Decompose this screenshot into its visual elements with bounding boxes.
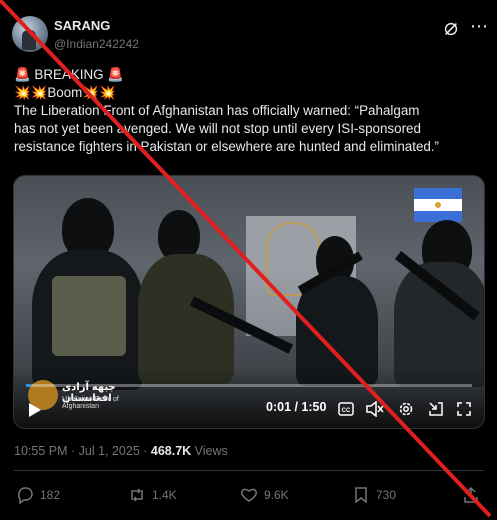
bookmark-icon <box>355 487 367 504</box>
like-button[interactable]: 9.6K <box>240 486 289 504</box>
post-line-4: has not yet been avenged. We will not st… <box>14 121 421 136</box>
bookmark-button[interactable]: 730 <box>352 486 396 504</box>
video-time: 0:01 / 1:50 <box>266 400 327 414</box>
post-line-boom: 💥💥Boom💥💥 <box>14 85 116 100</box>
reply-count: 182 <box>40 488 61 502</box>
reply-button[interactable]: 182 <box>16 486 60 504</box>
post-line-breaking: 🚨 BREAKING 🚨 <box>14 67 124 82</box>
repost-icon <box>131 488 143 502</box>
more-options-icon[interactable]: ⋯ <box>470 16 489 37</box>
bookmark-count: 730 <box>376 488 397 502</box>
picture-in-picture-icon[interactable] <box>428 401 444 417</box>
avatar[interactable] <box>12 16 48 52</box>
grok-icon[interactable] <box>442 20 460 38</box>
svg-text:CC: CC <box>342 408 351 414</box>
post-line-3: The Liberation Front of Afghanistan has … <box>14 103 420 118</box>
fullscreen-icon[interactable] <box>456 401 472 417</box>
post-timestamp[interactable]: 10:55 PM · Jul 1, 2025 · <box>14 444 151 458</box>
video-player[interactable]: جبهه آزادی افغانستان Liberation Front of… <box>13 175 485 429</box>
author-handle[interactable]: @Indian242242 <box>54 37 139 51</box>
post-text: 🚨 BREAKING 🚨 💥💥Boom💥💥 The Liberation Fro… <box>14 66 484 156</box>
share-icon <box>464 486 478 503</box>
repost-button[interactable]: 1.4K <box>128 486 177 504</box>
video-progress-fill <box>26 384 31 387</box>
channel-logo-subtitle: Liberation Front of Afghanistan <box>62 396 119 410</box>
like-count: 9.6K <box>264 488 289 502</box>
post-line-5: resistance fighters in Pakistan or elsew… <box>14 139 440 154</box>
play-icon[interactable] <box>28 402 42 418</box>
captions-icon[interactable]: CC <box>338 402 354 416</box>
author-name[interactable]: SARANG <box>54 18 110 33</box>
heart-icon <box>241 488 257 502</box>
repost-count: 1.4K <box>152 488 177 502</box>
mute-icon[interactable] <box>366 401 384 417</box>
views-count: 468.7K <box>150 444 192 458</box>
share-button[interactable] <box>462 486 480 504</box>
flag-icon <box>414 188 462 222</box>
settings-icon[interactable] <box>398 401 414 417</box>
views-label: Views <box>191 444 228 458</box>
fighter-vest <box>52 276 126 356</box>
divider <box>14 470 484 471</box>
video-progress-bar[interactable] <box>26 384 472 387</box>
reply-icon <box>17 487 33 504</box>
post-meta: 10:55 PM · Jul 1, 2025 · 468.7K Views <box>14 444 228 458</box>
